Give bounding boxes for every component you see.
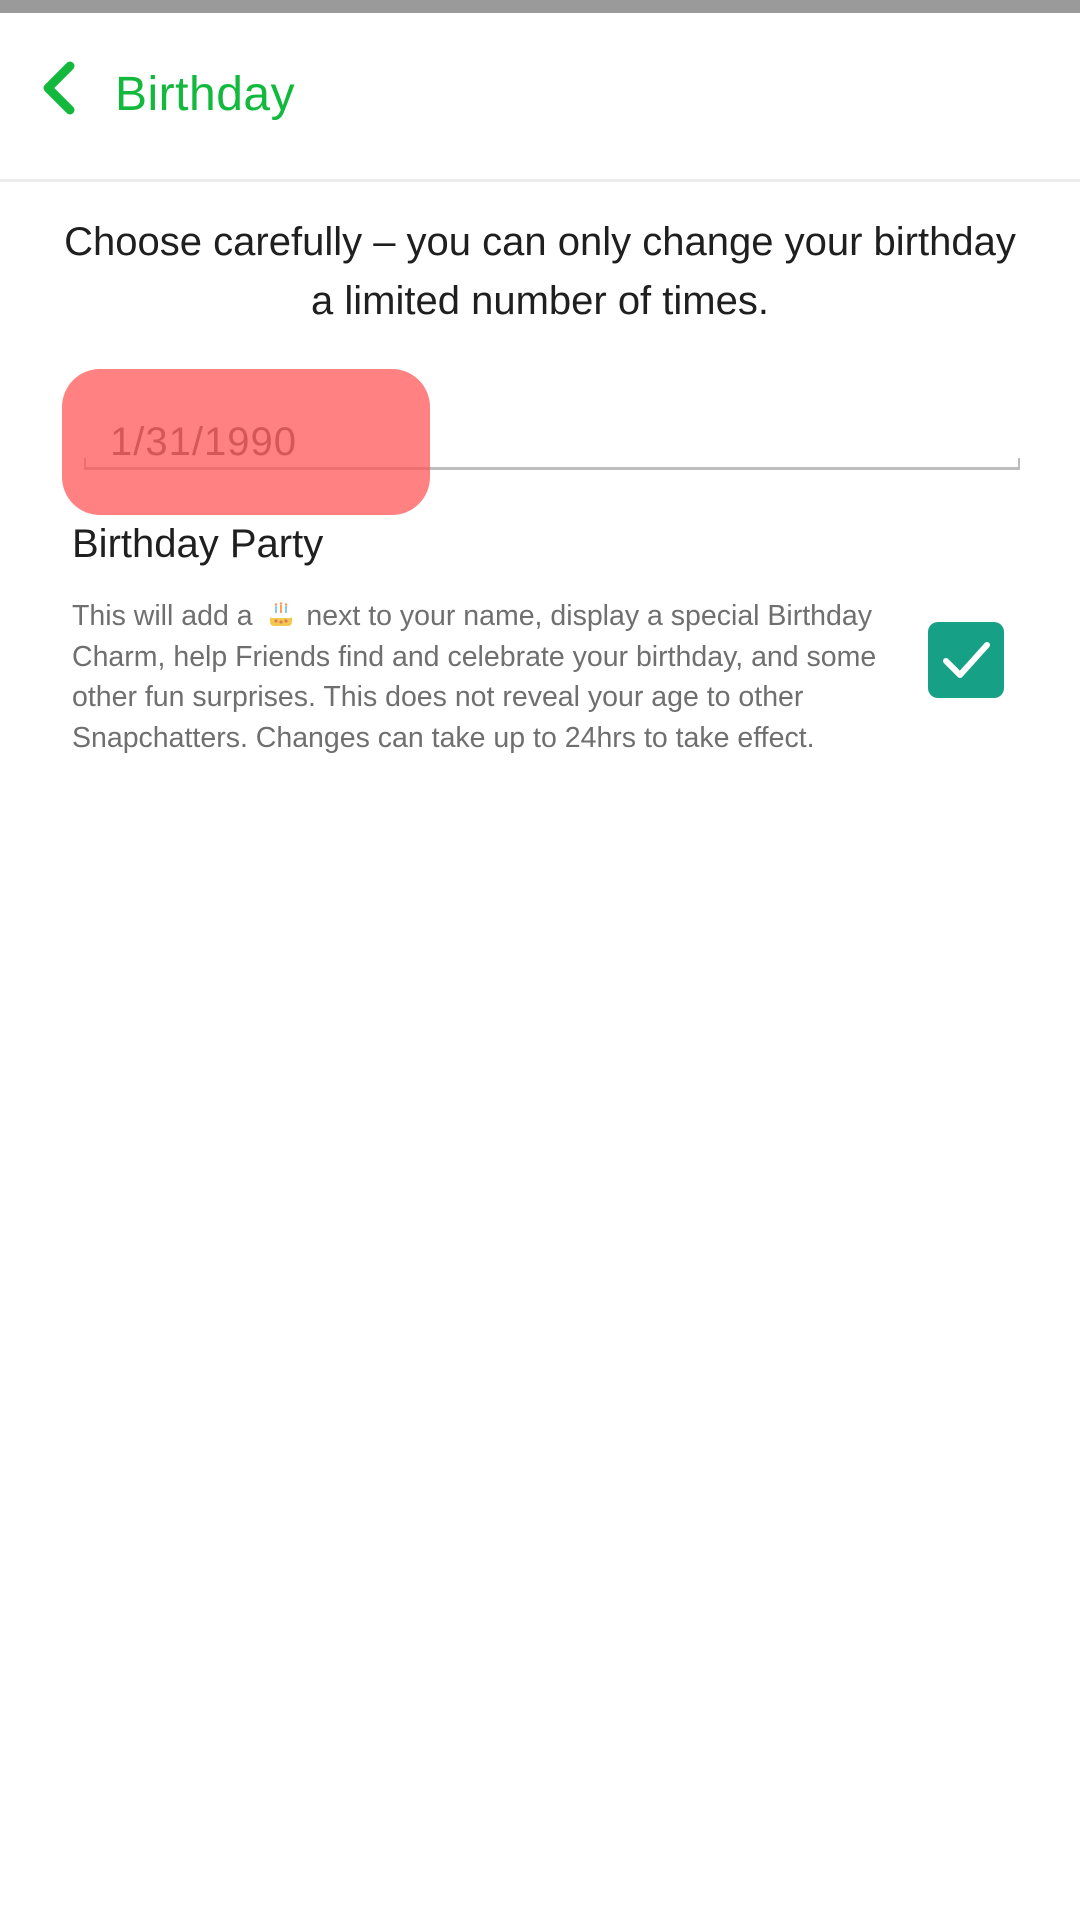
birthday-change-notice: Choose carefully – you can only change y… (64, 220, 1016, 323)
page-title: Birthday (115, 68, 296, 121)
birthday-date-field[interactable]: 1/31/1990 (84, 410, 1020, 470)
header-divider (0, 179, 1080, 182)
cake-icon (269, 602, 292, 626)
birthday-party-title: Birthday Party (72, 522, 324, 566)
chevron-left-icon (43, 61, 75, 115)
status-bar (0, 0, 1080, 13)
date-field-underline (84, 467, 1020, 470)
back-button[interactable] (28, 58, 88, 118)
birthday-party-checkbox[interactable] (928, 622, 1004, 698)
birthday-date-value: 1/31/1990 (110, 420, 297, 464)
birthday-party-description: This will add a next to your name, displ… (72, 596, 912, 758)
header-bar: Birthday (0, 13, 1080, 179)
date-field-tick-right (1018, 458, 1020, 470)
date-field-tick-left (84, 458, 86, 470)
checkmark-icon (943, 642, 990, 678)
description-text-before: This will add a (72, 600, 253, 632)
